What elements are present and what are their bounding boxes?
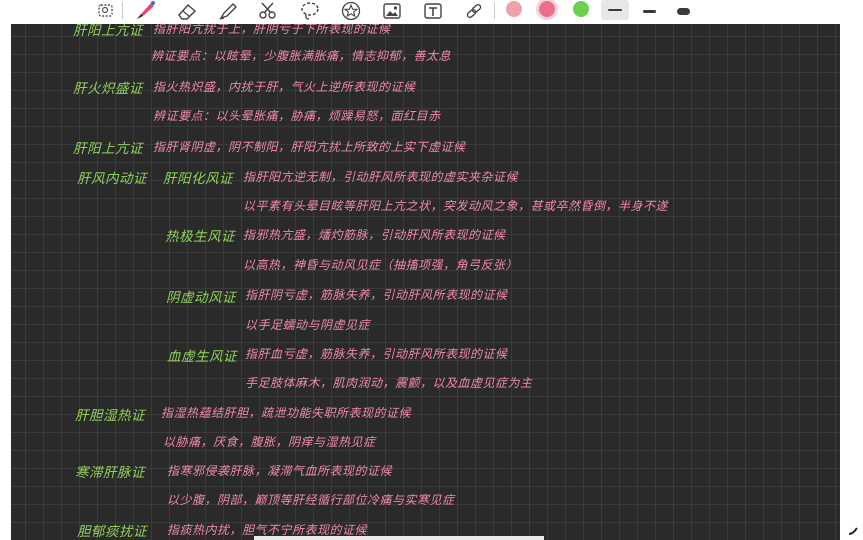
lasso-select-icon[interactable] — [96, 0, 116, 22]
note-key-points: 以平素有头晕目眩等肝阳上亢之状，突发动风之象，甚或卒然昏倒，半身不遂 — [243, 199, 669, 213]
left-margin — [0, 24, 11, 540]
note-heading: 肝风内动证 — [77, 171, 147, 187]
note-key-points: 以胁痛，厌食，腹胀，阴痒与湿热见症 — [163, 435, 376, 449]
stroke-width-thick-button[interactable] — [672, 0, 694, 22]
note-key-points: 手足肢体麻木，肌肉润动，震颤，以及血虚见症为主 — [245, 376, 533, 390]
note-definition: 指肝阳亢扰于上，肝阴亏于下所表现的证候 — [153, 24, 391, 36]
note-key-points: 辨证要点：以头晕胀痛，胁痛，烦躁易怒，面红目赤 — [153, 109, 441, 123]
stroke-width-medium-button[interactable] — [638, 0, 660, 22]
page-bottom-indicator — [254, 536, 544, 540]
note-heading: 肝胆湿热证 — [75, 408, 145, 424]
note-key-points: 以手足蠕动与阴虚见症 — [245, 318, 371, 332]
note-subheading: 阴虚动风证 — [166, 290, 236, 306]
toolbar-divider — [122, 2, 123, 19]
note-definition: 指肝血亏虚，筋脉失养，引动肝风所表现的证候 — [245, 347, 508, 361]
toolbar-divider — [494, 2, 495, 19]
note-definition: 指寒邪侵袭肝脉，凝滞气血所表现的证候 — [167, 464, 393, 478]
stroke-thick-icon — [676, 7, 690, 15]
resize-corner-icon[interactable] — [847, 526, 859, 536]
color-swatch-light-pink[interactable] — [506, 1, 522, 17]
stroke-thin-icon — [608, 9, 622, 11]
right-margin — [840, 24, 863, 540]
color-swatch-pink-selected[interactable] — [539, 1, 555, 17]
note-key-points: 以高热，神昏与动风见症（抽搐项强，角弓反张） — [243, 258, 519, 272]
lasso-icon[interactable] — [298, 0, 322, 22]
note-key-points: 辨证要点：以眩晕，少腹胀满胀痛，情志抑郁，善太息 — [151, 49, 452, 63]
note-subheading: 血虚生风证 — [167, 349, 237, 365]
note-subheading: 热极生风证 — [165, 229, 235, 245]
note-heading: 胆郁痰扰证 — [77, 524, 147, 540]
note-heading: 寒滞肝脉证 — [75, 465, 145, 481]
link-icon[interactable] — [462, 0, 486, 22]
eraser-icon[interactable] — [175, 0, 199, 22]
stroke-medium-icon — [642, 9, 656, 13]
note-heading: 肝阳上亢证 — [73, 141, 143, 157]
note-heading: 肝阳上亢证 — [73, 24, 143, 39]
stroke-width-thin-button[interactable] — [601, 0, 629, 20]
note-subheading: 肝阳化风证 — [163, 171, 233, 187]
star-shape-icon[interactable] — [338, 0, 364, 22]
pen-icon[interactable] — [132, 0, 158, 22]
note-page[interactable]: 肝阳上亢证 指肝阳亢扰于上，肝阴亏于下所表现的证候 辨证要点：以眩晕，少腹胀满胀… — [11, 24, 840, 540]
note-key-points: 以少腹，阴部，巅顶等肝经循行部位冷痛与实寒见症 — [167, 493, 455, 507]
note-definition: 指湿热蕴结肝胆，疏泄功能失职所表现的证候 — [161, 406, 412, 420]
color-swatch-green[interactable] — [573, 1, 589, 17]
note-definition: 指肝阴亏虚，筋脉失养，引动肝风所表现的证候 — [245, 288, 508, 302]
highlighter-icon[interactable] — [216, 0, 240, 22]
image-icon[interactable] — [380, 0, 404, 22]
note-definition: 指肝肾阴虚，阴不制阳，肝阳亢扰上所致的上实下虚证候 — [153, 140, 466, 154]
note-definition: 指肝阳亢逆无制，引动肝风所表现的虚实夹杂证候 — [243, 170, 519, 184]
text-box-icon[interactable] — [421, 0, 445, 22]
note-heading: 肝火炽盛证 — [73, 81, 143, 97]
toolbar — [0, 0, 863, 24]
note-definition: 指火热炽盛，内扰于肝，气火上逆所表现的证候 — [153, 80, 416, 94]
note-definition: 指邪热亢盛，燔灼筋脉，引动肝风所表现的证候 — [243, 228, 506, 242]
scissors-icon[interactable] — [256, 0, 280, 22]
